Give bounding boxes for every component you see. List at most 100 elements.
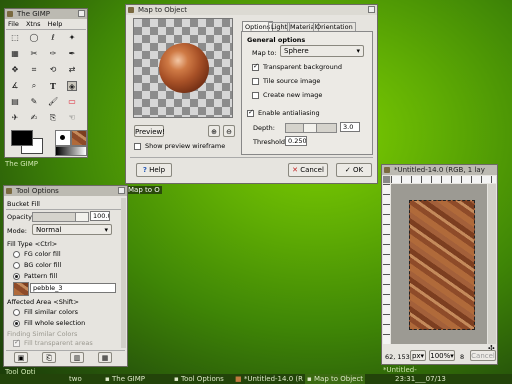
preview-canvas[interactable]	[133, 18, 233, 118]
eraser-icon[interactable]: ▭	[67, 97, 77, 107]
opacity-slider[interactable]	[32, 212, 89, 222]
fuzzy-select-icon[interactable]: ✦	[67, 33, 77, 43]
antialiasing-checkbox[interactable]	[247, 108, 254, 117]
tile-source-label: Tile source image	[263, 77, 321, 85]
close-icon[interactable]	[78, 10, 85, 17]
smudge-icon[interactable]: ☜	[67, 113, 77, 123]
fill-similar-radio[interactable]	[13, 309, 20, 316]
toolbox-titlebar[interactable]: The GIMP	[5, 9, 87, 19]
bg-fill-radio[interactable]	[13, 262, 20, 269]
threshold-label: Threshold:	[253, 138, 288, 146]
taskbar: two ▪ The GIMP ▪ Tool Options ■ *Untitle…	[0, 374, 512, 384]
reset-options-button[interactable]: ▦	[98, 352, 112, 363]
color-select-icon[interactable]: ▦	[10, 49, 20, 59]
save-options-button[interactable]: ▣	[14, 352, 28, 363]
bucket-fill-icon[interactable]: ◈	[67, 81, 77, 91]
fill-whole-selection-radio[interactable]	[13, 320, 20, 327]
tool-options-window: Tool Options Bucket Fill Opacity: 100.0 …	[3, 185, 128, 367]
tile-source-checkbox[interactable]	[252, 78, 259, 85]
unit-select[interactable]: px▾	[410, 350, 426, 361]
menu-xtns[interactable]: Xtns	[26, 20, 41, 28]
pattern-name-field[interactable]: pebble_3	[30, 283, 116, 293]
window-menu-icon	[384, 167, 390, 173]
task-map-to-object[interactable]: ▪ Map to Object	[305, 374, 366, 384]
zoom-icon[interactable]: ⌕	[29, 81, 39, 91]
task-gimp[interactable]: ▪ The GIMP	[103, 374, 147, 384]
opacity-spinbox[interactable]: 100.0	[90, 211, 110, 221]
zoom-out-button[interactable]: ⊖	[223, 125, 235, 137]
close-icon[interactable]	[368, 6, 375, 13]
pencil-icon[interactable]: ✎	[29, 97, 39, 107]
dialog-titlebar[interactable]: Map to Object	[126, 5, 377, 15]
task-gimp-label: The GIMP	[111, 375, 145, 383]
image-menu-button[interactable]	[383, 176, 390, 183]
flip-icon[interactable]: ⇄	[67, 65, 77, 75]
workspace-indicator[interactable]: two	[67, 374, 84, 384]
close-icon[interactable]	[118, 187, 125, 194]
toolbox-label[interactable]: The GIMP	[5, 160, 38, 168]
text-icon[interactable]: T	[48, 81, 58, 91]
depth-slider[interactable]	[285, 123, 337, 133]
map-to-value: Sphere	[284, 47, 309, 55]
image-vertical-scrollbar[interactable]	[488, 184, 496, 344]
brush-preview[interactable]	[55, 130, 71, 146]
dropdown-arrow-icon: ▾	[104, 226, 108, 234]
create-new-image-checkbox[interactable]	[252, 92, 259, 99]
scissors-icon[interactable]: ✂	[29, 49, 39, 59]
gradient-preview[interactable]	[55, 146, 87, 156]
task-untitled[interactable]: ■ *Untitled-14.0 (R	[233, 374, 305, 384]
unit-value: px	[411, 352, 421, 360]
zoom-out-icon: ⊖	[226, 128, 232, 136]
zoom-in-icon: ⊕	[211, 128, 217, 136]
menu-help[interactable]: Help	[48, 20, 63, 28]
transform-icon[interactable]: ⟲	[48, 65, 58, 75]
crop-icon[interactable]: ⌗	[29, 65, 39, 75]
task-tool-options[interactable]: ▪ Tool Options	[172, 374, 226, 384]
cancel-button[interactable]: ✕ Cancel	[288, 163, 328, 177]
fg-fill-radio[interactable]	[13, 251, 20, 258]
pattern-preview[interactable]	[71, 130, 87, 146]
pattern-swatch[interactable]	[13, 282, 29, 296]
color-picker-icon[interactable]: ✒	[67, 49, 77, 59]
wireframe-checkbox[interactable]	[134, 143, 141, 150]
delete-options-button[interactable]: ▥	[70, 352, 84, 363]
tool-options-titlebar[interactable]: Tool Options	[4, 186, 127, 196]
paths-icon[interactable]: ✑	[48, 49, 58, 59]
mode-select[interactable]: Normal ▾	[32, 224, 112, 235]
transparent-background-checkbox[interactable]	[252, 62, 259, 71]
opacity-slider-handle[interactable]	[75, 213, 88, 221]
ink-icon[interactable]: ✍	[29, 113, 39, 123]
fill-transparent-checkbox[interactable]	[13, 338, 20, 347]
zoom-select[interactable]: 100%▾	[429, 350, 455, 361]
section-general-options: General options	[247, 36, 306, 44]
gimp-logo-icon	[7, 11, 13, 17]
pattern-fill-label: Pattern fill	[24, 272, 58, 280]
depth-spinbox[interactable]: 3.0	[340, 122, 360, 132]
tool-options-scrollbar[interactable]	[121, 198, 126, 348]
zoom-in-button[interactable]: ⊕	[208, 125, 220, 137]
image-canvas[interactable]	[391, 184, 487, 344]
ellipse-select-icon[interactable]: ◯	[29, 33, 39, 43]
airbrush-icon[interactable]: ✈	[10, 113, 20, 123]
image-cancel-button[interactable]: Cancel	[470, 350, 496, 361]
map-to-select[interactable]: Sphere ▾	[280, 45, 364, 57]
preview-button[interactable]: Preview!	[134, 125, 165, 137]
ok-button[interactable]: ✓ OK	[336, 163, 372, 177]
clone-icon[interactable]: ⎘	[48, 113, 58, 123]
threshold-spinbox[interactable]: 0.250	[285, 136, 307, 146]
image-titlebar[interactable]: *Untitled-14.0 (RGB, 1 lay	[382, 165, 497, 175]
move-icon[interactable]: ✥	[10, 65, 20, 75]
paintbrush-icon[interactable]: 🖌	[48, 97, 58, 107]
rect-select-icon[interactable]: ⬚	[10, 33, 20, 43]
depth-slider-handle[interactable]	[303, 124, 317, 132]
free-select-icon[interactable]: ℓ	[48, 33, 58, 43]
restore-options-button[interactable]: ⎗	[42, 352, 56, 363]
image-window-label[interactable]: *Untitled-	[383, 366, 417, 374]
pattern-fill-radio[interactable]	[13, 273, 20, 280]
help-button[interactable]: ? Help	[136, 163, 172, 177]
mode-value: Normal	[36, 226, 62, 234]
blend-icon[interactable]: ▤	[10, 97, 20, 107]
measure-icon[interactable]: ∡	[10, 81, 20, 91]
menu-file[interactable]: File	[8, 20, 19, 28]
map-to-object-label-tag[interactable]: Map to O	[126, 186, 162, 194]
